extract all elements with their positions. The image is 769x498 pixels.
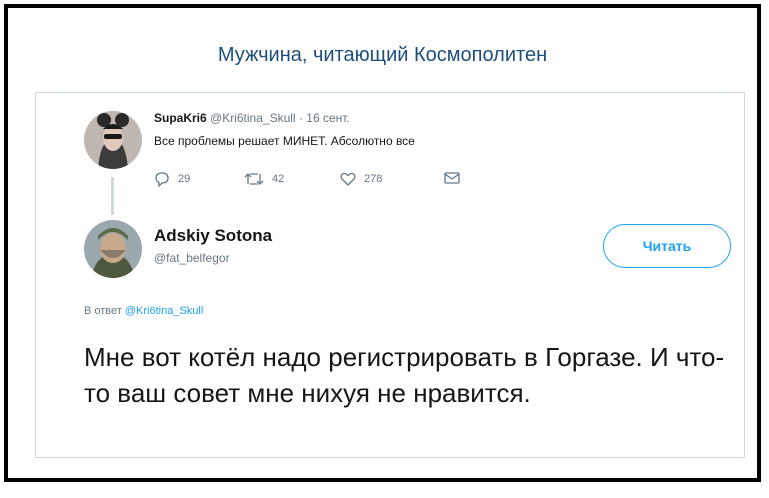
like-action[interactable]: 278	[340, 171, 382, 187]
tweet-date[interactable]: 16 сент.	[306, 111, 349, 125]
thread-connector-line	[111, 177, 114, 215]
message-icon	[444, 172, 460, 184]
avatar-image	[84, 220, 142, 278]
author-handle[interactable]: @Kri6tina_Skull	[210, 111, 296, 125]
like-icon	[340, 172, 356, 186]
retweet-icon	[244, 173, 264, 185]
author-name[interactable]: SupaKri6	[154, 111, 207, 125]
tweet-header: SupaKri6 @Kri6tina_Skull · 16 сент.	[154, 111, 350, 125]
reply-prefix: В ответ	[84, 305, 122, 317]
tweet-thread-card: SupaKri6 @Kri6tina_Skull · 16 сент. Все …	[35, 92, 745, 458]
follow-button[interactable]: Читать	[603, 224, 731, 268]
like-count: 278	[364, 173, 383, 185]
author-handle[interactable]: @fat_belfegor	[154, 251, 230, 265]
reply-count: 29	[178, 173, 191, 185]
reply-context: В ответ @Kri6tina_Skull	[84, 305, 203, 317]
reply-to-handle-link[interactable]: @Kri6tina_Skull	[125, 305, 203, 317]
meme-frame: Мужчина, читающий Космополитен SupaKri6 …	[4, 4, 761, 482]
adskiy-sotona-avatar[interactable]	[84, 220, 142, 278]
reply-action[interactable]: 29	[154, 171, 190, 187]
tweet-text: Все проблемы решает МИНЕТ. Абсолютно все	[154, 134, 415, 148]
retweet-count: 42	[272, 173, 285, 185]
reply-tweet-text: Мне вот котёл надо регистрировать в Горг…	[84, 342, 725, 408]
reply-icon	[155, 172, 169, 187]
message-action[interactable]	[444, 171, 468, 185]
retweet-action[interactable]: 42	[244, 171, 284, 187]
separator-dot: ·	[298, 111, 303, 125]
meme-title: Мужчина, читающий Космополитен	[217, 44, 548, 66]
supakri6-avatar[interactable]	[84, 111, 142, 169]
avatar-image	[84, 111, 142, 169]
author-name[interactable]: Adskiy Sotona	[154, 226, 272, 246]
